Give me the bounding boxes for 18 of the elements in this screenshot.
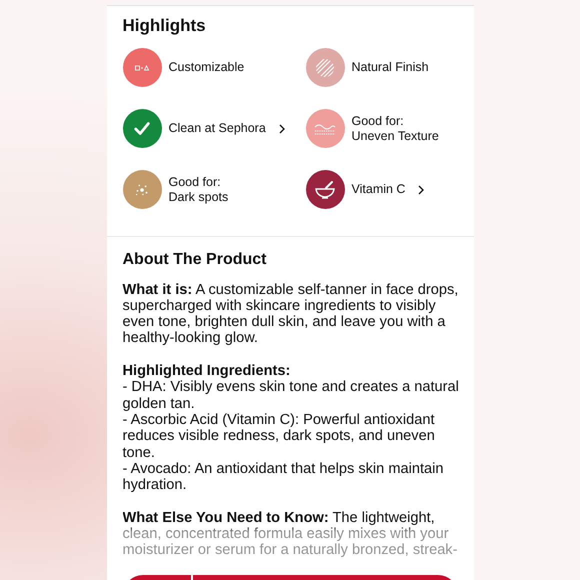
ingredient-line: - Ascorbic Acid (Vitamin C): Powerful antioxidant reduces visible redness, dark spots, and uneven tone. bbox=[122, 412, 436, 461]
chevron-icon[interactable] bbox=[418, 184, 424, 195]
section-title: Highlights bbox=[122, 16, 207, 36]
description-paragraph: What it is: A customizable self-tanner in face drops, supercharged with skincare ingredients to visibly even tone, brighten dull skin, and leave you with a healthy-looking glow. bbox=[122, 282, 460, 347]
highlight-label: Good for: Uneven Texture bbox=[352, 114, 439, 144]
highlight-label[interactable]: Clean at Sephora bbox=[168, 121, 266, 136]
description-paragraph: What Else You Need to Know: The lightweight, clean, concentrated formula easily mixes with your moisturizer or serum for a naturally bronzed, streak- bbox=[122, 510, 458, 559]
ingredients-heading: Highlighted Ingredients: bbox=[122, 363, 292, 380]
highlight-label[interactable]: Vitamin C bbox=[352, 182, 406, 198]
chevron-icon[interactable] bbox=[278, 124, 285, 134]
mortar-pestle-icon bbox=[314, 180, 336, 200]
section-title: About The Product bbox=[122, 250, 268, 270]
ingredient-line: - Avocado: An antioxidant that helps skin maintain hydration. bbox=[122, 460, 444, 494]
highlight-label: Customizable bbox=[168, 60, 244, 76]
checkmark-icon bbox=[133, 120, 151, 138]
highlight-label: Good for: Dark spots bbox=[168, 174, 228, 205]
ingredient-line: - DHA: Visibly evens skin tone and creates a natural golden tan. bbox=[122, 379, 460, 412]
highlight-label: Natural Finish bbox=[352, 60, 429, 76]
